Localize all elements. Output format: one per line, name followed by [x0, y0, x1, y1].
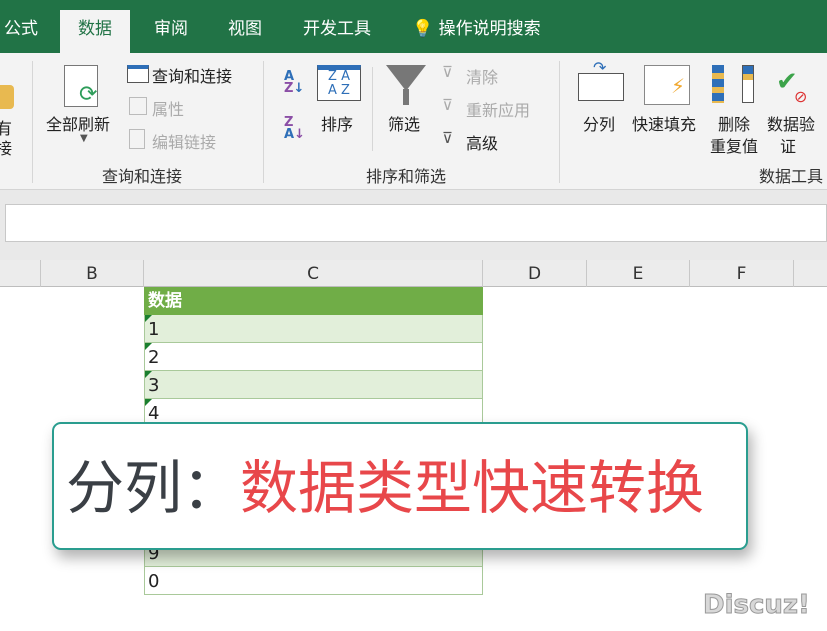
remove-duplicates-icon-2	[742, 65, 754, 103]
clear-filter-icon: ⊽	[442, 63, 453, 81]
data-validation-button-line2[interactable]: 证	[780, 133, 796, 157]
remove-duplicates-button-line2[interactable]: 重复值	[710, 133, 758, 157]
lightbulb-icon: 💡	[412, 19, 434, 39]
title-overlay: 分列：数据类型快速转换	[52, 422, 748, 550]
error-indicator-icon[interactable]	[145, 371, 152, 378]
column-headers: B C D E F	[0, 260, 827, 287]
refresh-all-icon: ⟳	[64, 65, 98, 107]
edit-links-icon	[129, 129, 145, 149]
tab-view[interactable]: 视图	[216, 10, 274, 53]
formula-input[interactable]	[5, 204, 827, 242]
properties-button[interactable]: 属性	[152, 96, 184, 120]
cell-value: 4	[148, 403, 160, 424]
reapply-icon: ⊽	[442, 96, 453, 114]
cell-value: 3	[148, 375, 160, 396]
column-header-b[interactable]: B	[40, 260, 144, 287]
table-cell[interactable]: 2	[144, 343, 483, 371]
group-label-data-tools: 数据工具	[759, 167, 824, 186]
cell-value: 2	[148, 347, 160, 368]
properties-icon	[129, 97, 147, 115]
remove-duplicates-icon	[712, 65, 724, 103]
sort-button[interactable]: 排序	[321, 111, 353, 135]
formula-bar-area	[0, 190, 827, 260]
tab-review[interactable]: 审阅	[142, 10, 200, 53]
partial-button-label-2[interactable]: 接	[0, 135, 12, 159]
error-indicator-icon[interactable]	[145, 399, 152, 406]
group-label-queries: 查询和连接	[102, 167, 183, 186]
group-label-sort-filter: 排序和筛选	[366, 167, 447, 186]
filter-icon-stem	[403, 89, 409, 105]
queries-connections-button[interactable]: 查询和连接	[152, 63, 232, 87]
advanced-filter-icon: ⊽	[442, 129, 453, 147]
cell-value: 0	[148, 571, 160, 592]
tab-formulas[interactable]: 公式	[0, 10, 50, 53]
filter-button[interactable]: 筛选	[388, 111, 420, 135]
overlay-title: 数据类型快速转换	[240, 454, 705, 522]
tab-developer[interactable]: 开发工具	[291, 10, 383, 53]
column-header-e[interactable]: E	[587, 260, 690, 287]
table-header-cell[interactable]: 数据	[144, 287, 483, 315]
queries-icon	[127, 65, 149, 83]
error-indicator-icon[interactable]	[145, 343, 152, 350]
filter-icon	[386, 65, 426, 91]
remove-duplicates-button[interactable]: 删除	[718, 111, 750, 135]
table-cell[interactable]: 1	[144, 315, 483, 343]
tab-data[interactable]: 数据	[60, 10, 130, 53]
overlay-prefix: 分列：	[66, 454, 241, 522]
ribbon-tabs: 公式 数据 审阅 视图 开发工具 💡 操作说明搜索	[0, 0, 827, 53]
error-indicator-icon[interactable]	[145, 315, 152, 322]
watermark: Discuz!	[703, 590, 811, 621]
flash-fill-button[interactable]: 快速填充	[632, 111, 696, 135]
sort-icon: Z AA Z	[317, 65, 361, 101]
ribbon: 有 接 ⟳ 全部刷新 ▼ 查询和连接 属性 编辑链接 查询和连接 A Z↓ Z A↓…	[0, 53, 827, 190]
search-label: 操作说明搜索	[438, 19, 541, 39]
no-icon: ⊘	[794, 87, 808, 106]
table-cell[interactable]: 3	[144, 371, 483, 399]
cell-value: 1	[148, 319, 160, 340]
text-to-columns-icon: ↷	[578, 58, 624, 101]
column-header-d[interactable]: D	[483, 260, 587, 287]
clear-button[interactable]: 清除	[466, 64, 498, 88]
flash-fill-icon: ⚡	[644, 65, 690, 105]
edit-links-button[interactable]: 编辑链接	[152, 129, 216, 153]
reapply-button[interactable]: 重新应用	[466, 97, 530, 121]
column-header-f[interactable]: F	[690, 260, 794, 287]
sort-descending-icon[interactable]: Z A↓	[284, 116, 305, 141]
refresh-all-button[interactable]: 全部刷新	[46, 111, 110, 135]
table-cell[interactable]: 0	[144, 567, 483, 595]
tell-me-search[interactable]: 💡 操作说明搜索	[400, 10, 553, 53]
database-icon	[0, 85, 14, 109]
column-header-c[interactable]: C	[144, 260, 483, 287]
sort-ascending-icon[interactable]: A Z↓	[284, 70, 304, 95]
data-validation-button[interactable]: 数据验	[767, 111, 815, 135]
text-to-columns-button[interactable]: 分列	[583, 111, 615, 135]
chevron-down-icon[interactable]: ▼	[80, 133, 88, 144]
advanced-button[interactable]: 高级	[466, 130, 498, 154]
